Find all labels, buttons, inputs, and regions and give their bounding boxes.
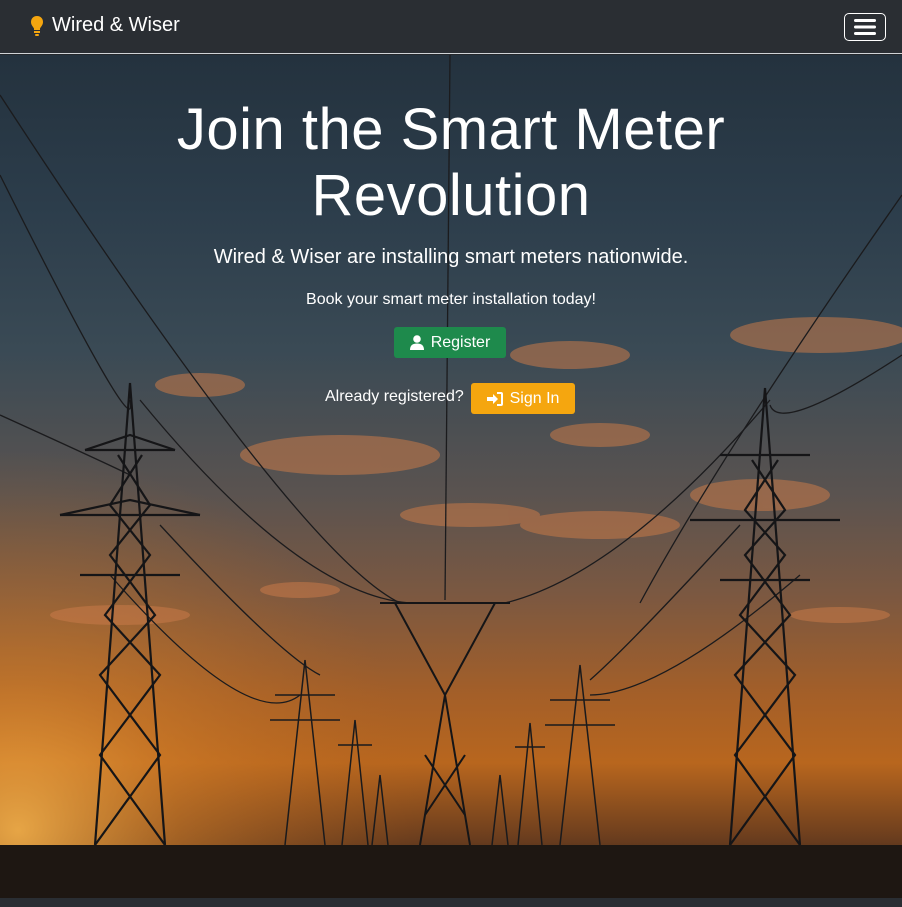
hero-title-line-1: Join the Smart Meter (176, 97, 726, 162)
page-bottom-strip (0, 898, 902, 907)
navbar-toggle-button[interactable] (844, 13, 886, 41)
hero-title-line-2: Revolution (311, 163, 591, 228)
lightbulb-icon (31, 15, 43, 36)
hero-subtitle: Wired & Wiser are installing smart meter… (213, 246, 689, 268)
hamburger-menu-icon (854, 19, 876, 35)
hero-section: Join the Smart Meter Revolution Wired & … (0, 55, 902, 898)
already-registered-text: Already registered? (325, 388, 464, 405)
sign-in-icon (486, 391, 503, 406)
brand-link[interactable]: Wired & Wiser (30, 14, 180, 37)
sign-in-button-label: Sign In (509, 389, 560, 407)
brand-name: Wired & Wiser (52, 14, 180, 36)
register-button-label: Register (430, 333, 491, 351)
sign-in-button[interactable]: Sign In (471, 383, 575, 414)
register-button[interactable]: Register (394, 327, 506, 358)
hero-cta-text: Book your smart meter installation today… (306, 291, 596, 308)
hero-title: Join the Smart Meter Revolution (100, 97, 802, 229)
navbar: Wired & Wiser (0, 0, 902, 54)
user-icon (409, 335, 424, 350)
